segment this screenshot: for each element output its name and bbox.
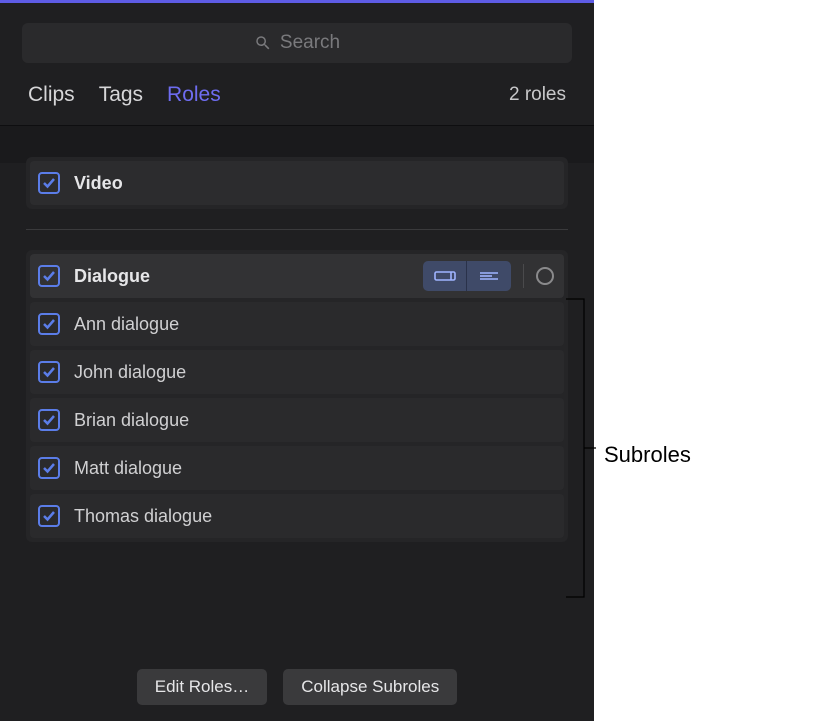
role-video-checkbox[interactable]	[38, 172, 60, 194]
subrole-row[interactable]: Matt dialogue	[30, 446, 564, 490]
role-video: Video	[26, 157, 568, 209]
view-mode-buttons	[423, 261, 511, 291]
edit-roles-button[interactable]: Edit Roles…	[137, 669, 267, 705]
subrole-label: Thomas dialogue	[74, 506, 212, 527]
subrole-label: John dialogue	[74, 362, 186, 383]
subrole-checkbox[interactable]	[38, 409, 60, 431]
view-mode-lanes-button[interactable]	[467, 261, 511, 291]
role-video-header[interactable]: Video	[30, 161, 564, 205]
subrole-label: Matt dialogue	[74, 458, 182, 479]
role-dialogue: Dialogue Ann dialogue	[26, 250, 568, 542]
roles-list: Video Dialogue	[0, 157, 594, 542]
search-icon	[254, 34, 272, 52]
search-field[interactable]: Search	[22, 23, 572, 63]
subrole-checkbox[interactable]	[38, 457, 60, 479]
collapse-subroles-button[interactable]: Collapse Subroles	[283, 669, 457, 705]
tab-roles[interactable]: Roles	[167, 83, 221, 107]
tab-clips[interactable]: Clips	[28, 83, 75, 107]
subrole-checkbox[interactable]	[38, 361, 60, 383]
role-separator	[26, 229, 568, 230]
view-divider	[523, 264, 524, 288]
timeline-index-panel: Search Clips Tags Roles 2 roles Video Di…	[0, 0, 594, 721]
footer-buttons: Edit Roles… Collapse Subroles	[0, 669, 594, 705]
role-dialogue-header[interactable]: Dialogue	[30, 254, 564, 298]
subrole-row[interactable]: Brian dialogue	[30, 398, 564, 442]
subrole-label: Brian dialogue	[74, 410, 189, 431]
lanes-view-icon	[478, 269, 500, 283]
subrole-label: Ann dialogue	[74, 314, 179, 335]
roles-count: 2 roles	[509, 84, 566, 106]
tab-tags[interactable]: Tags	[99, 83, 143, 107]
subrole-row[interactable]: Ann dialogue	[30, 302, 564, 346]
role-dialogue-label: Dialogue	[74, 266, 150, 287]
solo-role-button[interactable]	[536, 267, 554, 285]
callout-bracket	[566, 298, 596, 598]
clip-view-icon	[434, 269, 456, 283]
subrole-row[interactable]: John dialogue	[30, 350, 564, 394]
role-dialogue-checkbox[interactable]	[38, 265, 60, 287]
role-video-label: Video	[74, 173, 123, 194]
search-placeholder: Search	[280, 32, 340, 54]
subrole-checkbox[interactable]	[38, 313, 60, 335]
view-mode-clips-button[interactable]	[423, 261, 467, 291]
subrole-row[interactable]: Thomas dialogue	[30, 494, 564, 538]
tabs-row: Clips Tags Roles 2 roles	[0, 63, 594, 125]
callout-subroles: Subroles	[604, 442, 691, 468]
subrole-checkbox[interactable]	[38, 505, 60, 527]
